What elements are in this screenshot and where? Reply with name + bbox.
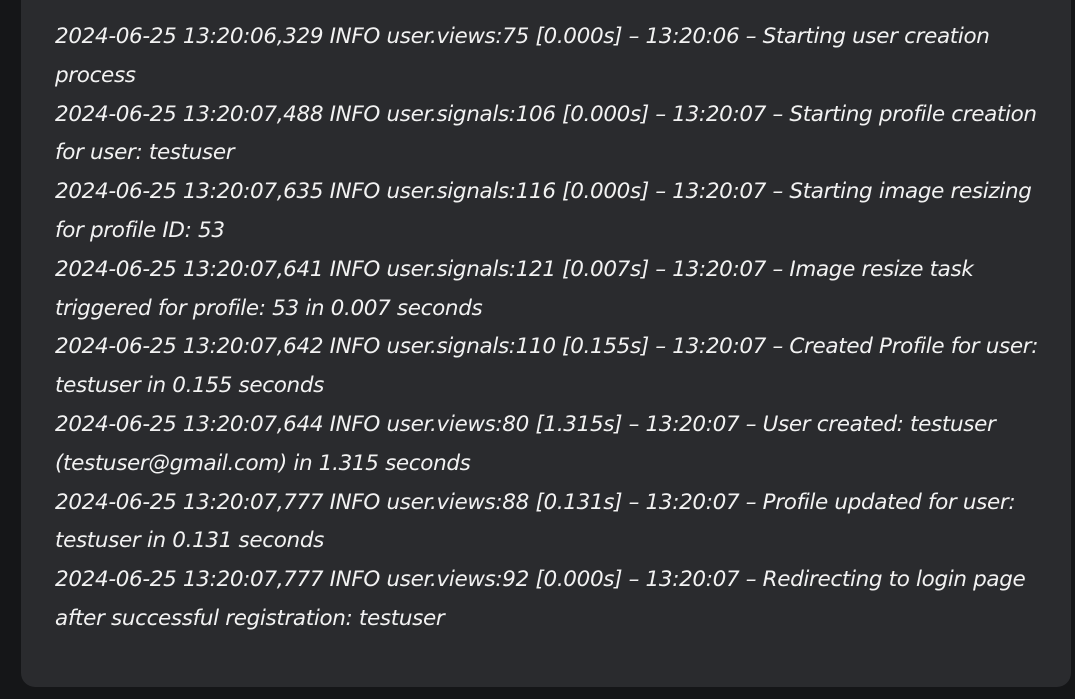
log-line: 2024-06-25 13:20:07,488 INFO user.signal…	[55, 101, 1037, 166]
log-line: 2024-06-25 13:20:07,641 INFO user.signal…	[55, 256, 974, 321]
log-lines: 2024-06-25 13:20:06,329 INFO user.views:…	[55, 18, 1055, 639]
log-line: 2024-06-25 13:20:07,644 INFO user.views:…	[55, 411, 996, 476]
log-line: 2024-06-25 13:20:06,329 INFO user.views:…	[55, 24, 990, 88]
log-line: 2024-06-25 13:20:07,642 INFO user.signal…	[55, 334, 1039, 399]
log-line: 2024-06-25 13:20:07,777 INFO user.views:…	[55, 567, 1026, 631]
log-line: 2024-06-25 13:20:07,777 INFO user.views:…	[55, 489, 1016, 554]
log-line: 2024-06-25 13:20:07,635 INFO user.signal…	[55, 179, 1032, 243]
